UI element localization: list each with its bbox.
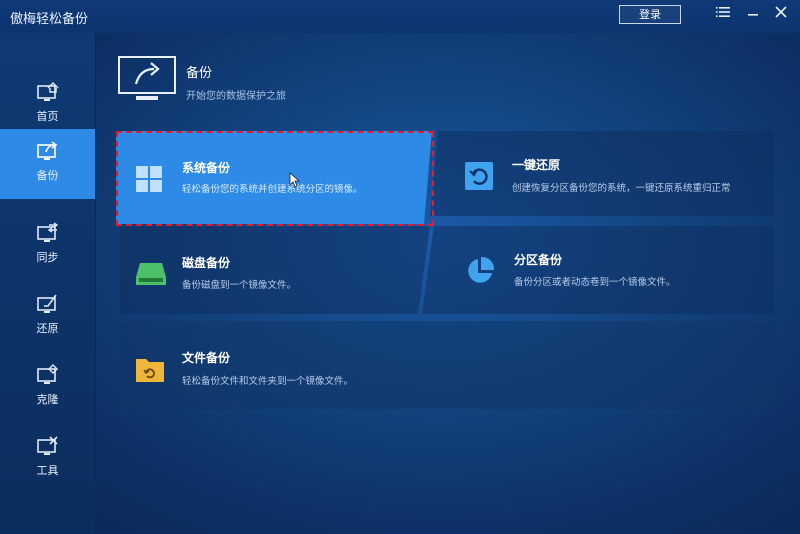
one-key-restore-desc: 创建恢复分区备份您的系统，一键还原系统重归正常 (512, 183, 731, 194)
file-backup-title: 文件备份 (182, 351, 231, 365)
tools-icon (37, 436, 58, 455)
restore-icon (37, 294, 57, 313)
title-bar: 傲梅轻松备份 登录 (0, 0, 800, 33)
file-backup-card[interactable]: 文件备份 轻松备份文件和文件夹到一个镜像文件。 (120, 321, 776, 409)
menu-icon[interactable] (713, 5, 733, 25)
sync-icon (37, 222, 59, 242)
sidebar-item-clone[interactable]: 克隆 (0, 353, 95, 423)
home-icon (37, 81, 59, 101)
sidebar-item-label: 克隆 (36, 393, 59, 406)
minimize-icon[interactable] (743, 5, 763, 25)
page-subtitle: 开始您的数据保护之旅 (186, 91, 286, 102)
sidebar: 首页 备份 同步 还原 克隆 工具 (0, 33, 96, 534)
sidebar-item-label: 同步 (36, 251, 59, 264)
file-backup-desc: 轻松备份文件和文件夹到一个镜像文件。 (182, 376, 354, 387)
one-key-restore-card[interactable]: 一键还原 创建恢复分区备份您的系统，一键还原系统重归正常 (440, 131, 774, 216)
sidebar-item-tools[interactable]: 工具 (0, 424, 95, 494)
card-highlight (116, 131, 432, 224)
backup-monitor-icon (118, 56, 176, 100)
page-title: 备份 (186, 66, 213, 81)
disk-backup-title: 磁盘备份 (182, 256, 231, 270)
mouse-cursor-icon (289, 172, 301, 188)
login-button[interactable]: 登录 (619, 5, 681, 24)
close-icon[interactable] (771, 5, 791, 25)
windows-icon (136, 166, 162, 192)
clone-icon (37, 364, 58, 384)
sidebar-item-label: 工具 (36, 464, 59, 477)
pie-chart-icon (468, 256, 495, 283)
system-backup-card[interactable]: 系统备份 轻松备份您的系统并创建系统分区的镜像。 (116, 131, 432, 224)
restore-circle-icon (465, 162, 493, 190)
disk-icon (136, 263, 166, 285)
partition-backup-title: 分区备份 (514, 253, 563, 267)
one-key-restore-title: 一键还原 (512, 158, 561, 172)
disk-backup-desc: 备份磁盘到一个镜像文件。 (182, 280, 297, 291)
system-backup-desc: 轻松备份您的系统并创建系统分区的镜像。 (182, 184, 363, 195)
backup-icon (37, 141, 58, 160)
partition-backup-desc: 备份分区或者动态卷到一个镜像文件。 (514, 277, 676, 288)
app-title: 傲梅轻松备份 (10, 12, 89, 27)
sidebar-item-backup[interactable]: 备份 (0, 129, 95, 199)
sidebar-item-sync[interactable]: 同步 (0, 211, 95, 281)
disk-backup-card[interactable]: 磁盘备份 备份磁盘到一个镜像文件。 (120, 226, 430, 314)
system-backup-title: 系统备份 (182, 161, 231, 175)
folder-icon (136, 359, 164, 382)
partition-backup-card[interactable]: 分区备份 备份分区或者动态卷到一个镜像文件。 (440, 226, 774, 314)
sidebar-item-label: 备份 (36, 169, 59, 182)
sidebar-item-label: 还原 (36, 322, 59, 335)
sidebar-item-label: 首页 (36, 110, 59, 123)
app-window: 傲梅轻松备份 登录 首页 备份 同步 还原 克隆 工具 备份 开始您的数据保护之… (0, 0, 800, 534)
sidebar-item-restore[interactable]: 还原 (0, 282, 95, 352)
